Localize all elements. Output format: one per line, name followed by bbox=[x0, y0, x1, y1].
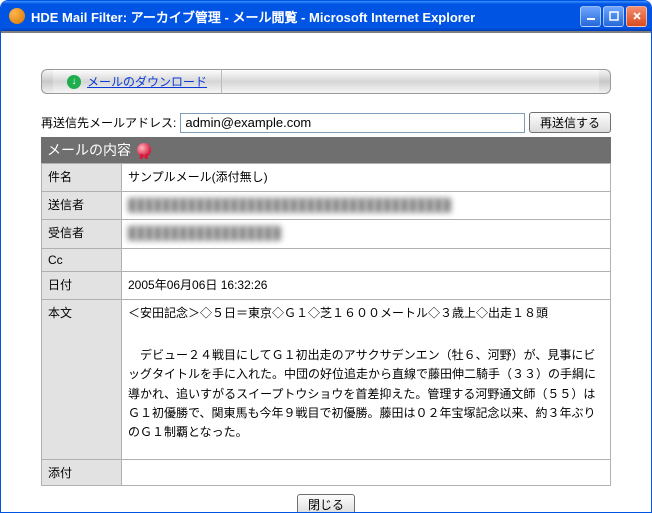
attach-label: 添付 bbox=[42, 459, 122, 485]
body-paragraph-1: ＜安田記念＞◇５日＝東京◇Ｇ１◇芝１６００メートル◇３歳上◇出走１８頭 bbox=[128, 304, 604, 323]
date-label: 日付 bbox=[42, 271, 122, 299]
resend-address-input[interactable] bbox=[180, 113, 525, 133]
from-value: ██████████████████████████████████████ bbox=[122, 192, 611, 220]
toolbar-cap-left bbox=[41, 69, 53, 94]
rosette-icon bbox=[137, 143, 151, 157]
body-value: ＜安田記念＞◇５日＝東京◇Ｇ１◇芝１６００メートル◇３歳上◇出走１８頭 デビュー… bbox=[122, 299, 611, 459]
download-cell: ↓ メールのダウンロード bbox=[53, 69, 222, 94]
window-title: HDE Mail Filter: アーカイブ管理 - メール閲覧 - Micro… bbox=[31, 7, 580, 26]
page-content: ↓ メールのダウンロード 再送信先メールアドレス: 再送信する メールの内容 件… bbox=[1, 31, 651, 512]
download-link[interactable]: メールのダウンロード bbox=[87, 73, 207, 90]
resend-button[interactable]: 再送信する bbox=[529, 112, 611, 133]
section-title: メールの内容 bbox=[47, 140, 131, 160]
row-date: 日付 2005年06月06日 16:32:26 bbox=[42, 271, 611, 299]
row-subject: 件名 サンプルメール(添付無し) bbox=[42, 164, 611, 192]
minimize-button[interactable] bbox=[580, 6, 601, 27]
body-paragraph-2: デビュー２４戦目にしてＧ１初出走のアサクサデンエン（牡６、河野）が、見事にビッグ… bbox=[128, 346, 604, 442]
from-label: 送信者 bbox=[42, 192, 122, 220]
browser-window: HDE Mail Filter: アーカイブ管理 - メール閲覧 - Micro… bbox=[0, 0, 652, 513]
close-row: 閉じる bbox=[41, 486, 611, 512]
body-label: 本文 bbox=[42, 299, 122, 459]
cc-value bbox=[122, 248, 611, 271]
close-button[interactable]: 閉じる bbox=[297, 494, 355, 512]
row-cc: Cc bbox=[42, 248, 611, 271]
maximize-button[interactable] bbox=[603, 6, 624, 27]
row-to: 受信者 ██████████████████ bbox=[42, 220, 611, 248]
subject-value: サンプルメール(添付無し) bbox=[122, 164, 611, 192]
download-toolbar: ↓ メールのダウンロード bbox=[41, 69, 611, 94]
cc-label: Cc bbox=[42, 248, 122, 271]
titlebar[interactable]: HDE Mail Filter: アーカイブ管理 - メール閲覧 - Micro… bbox=[1, 1, 651, 31]
subject-label: 件名 bbox=[42, 164, 122, 192]
close-window-button[interactable] bbox=[626, 6, 647, 27]
section-header: メールの内容 bbox=[41, 137, 611, 163]
row-body: 本文 ＜安田記念＞◇５日＝東京◇Ｇ１◇芝１６００メートル◇３歳上◇出走１８頭 デ… bbox=[42, 299, 611, 459]
download-icon: ↓ bbox=[67, 75, 81, 89]
to-value: ██████████████████ bbox=[122, 220, 611, 248]
attach-value bbox=[122, 459, 611, 485]
to-label: 受信者 bbox=[42, 220, 122, 248]
resend-row: 再送信先メールアドレス: 再送信する bbox=[41, 112, 611, 133]
row-from: 送信者 ████████████████████████████████████… bbox=[42, 192, 611, 220]
app-icon bbox=[9, 8, 25, 24]
toolbar-cap-right bbox=[599, 69, 611, 94]
resend-label: 再送信先メールアドレス: bbox=[41, 114, 176, 131]
row-attach: 添付 bbox=[42, 459, 611, 485]
window-buttons bbox=[580, 6, 647, 27]
date-value: 2005年06月06日 16:32:26 bbox=[122, 271, 611, 299]
mail-details-table: 件名 サンプルメール(添付無し) 送信者 ███████████████████… bbox=[41, 163, 611, 486]
toolbar-fill bbox=[222, 69, 599, 94]
